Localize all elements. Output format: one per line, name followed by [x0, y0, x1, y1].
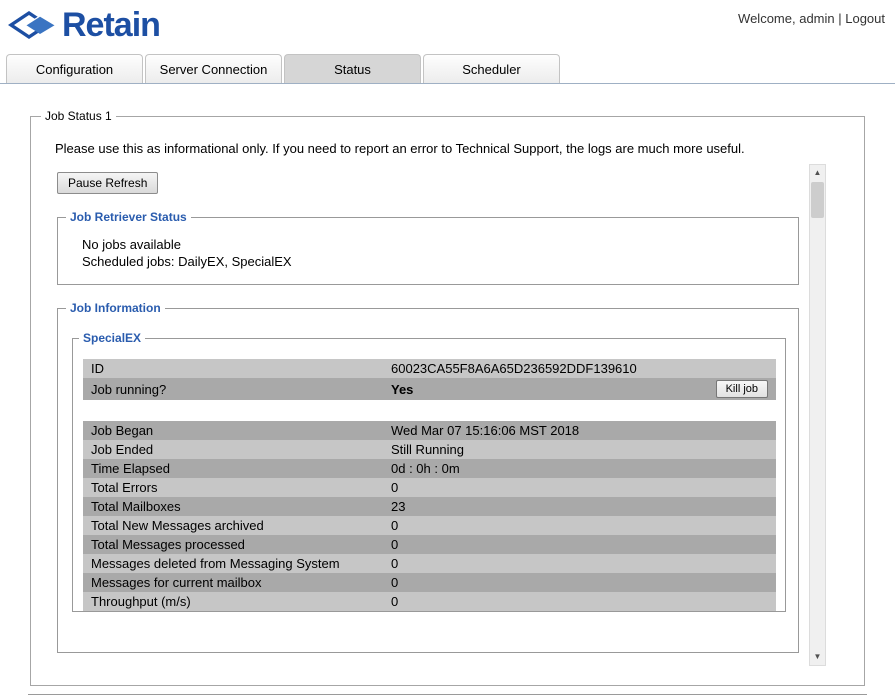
- scroll-down-button[interactable]: ▼: [810, 649, 825, 665]
- row-action-cell: [698, 440, 776, 459]
- row-action-cell: [698, 478, 776, 497]
- row-label: Total Mailboxes: [83, 497, 383, 516]
- app-logo-text: Retain: [62, 5, 160, 45]
- row-action-cell: [698, 421, 776, 440]
- row-action-cell: [698, 592, 776, 611]
- job-table-spacer-row: [83, 400, 776, 421]
- retain-logo-icon: [8, 8, 58, 42]
- page-bottom-divider: [28, 694, 867, 695]
- row-label: Time Elapsed: [83, 459, 383, 478]
- row-value: Yes: [383, 378, 698, 400]
- row-action-cell: [698, 554, 776, 573]
- tab-scheduler[interactable]: Scheduler: [423, 54, 560, 83]
- row-label: Messages for current mailbox: [83, 573, 383, 592]
- job-table-row: Throughput (m/s)0: [83, 592, 776, 611]
- job-retriever-legend: Job Retriever Status: [66, 210, 191, 224]
- scrollbar-thumb[interactable]: [811, 182, 824, 218]
- scroll-up-button[interactable]: ▲: [810, 165, 825, 181]
- row-action-cell: [698, 459, 776, 478]
- row-value: 60023CA55F8A6A65D236592DDF139610: [383, 359, 698, 378]
- job-table-row: Job BeganWed Mar 07 15:16:06 MST 2018: [83, 421, 776, 440]
- row-value: 0: [383, 478, 698, 497]
- job-table-row: ID60023CA55F8A6A65D236592DDF139610: [83, 359, 776, 378]
- row-value: 0: [383, 573, 698, 592]
- job-table-row: Messages for current mailbox0: [83, 573, 776, 592]
- job-status-legend: Job Status 1: [41, 109, 116, 123]
- main-area: Job Status 1 Please use this as informat…: [0, 84, 895, 695]
- scroll-content: Pause Refresh Job Retriever Status No jo…: [55, 164, 809, 666]
- job-information-legend: Job Information: [66, 301, 165, 315]
- job-table-row: Total Errors0: [83, 478, 776, 497]
- row-label: ID: [83, 359, 383, 378]
- row-value: 0: [383, 554, 698, 573]
- job-specialex-fieldset: SpecialEX ID60023CA55F8A6A65D236592DDF13…: [72, 331, 786, 612]
- job-table-row: Messages deleted from Messaging System0: [83, 554, 776, 573]
- job-information-fieldset: Job Information SpecialEX ID60023CA55F8A…: [57, 301, 799, 653]
- logout-link[interactable]: Logout: [845, 11, 885, 26]
- job-table-row: Job EndedStill Running: [83, 440, 776, 459]
- row-action-cell: [698, 497, 776, 516]
- retriever-status-line: No jobs available: [82, 236, 790, 253]
- job-retriever-fieldset: Job Retriever Status No jobs available S…: [57, 210, 799, 285]
- scrollbar-track[interactable]: [810, 218, 825, 649]
- row-action-cell: Kill job: [698, 378, 776, 400]
- tab-bar: ConfigurationServer ConnectionStatusSche…: [0, 54, 895, 84]
- row-label: Messages deleted from Messaging System: [83, 554, 383, 573]
- row-label: Job running?: [83, 378, 383, 400]
- row-label: Total Errors: [83, 478, 383, 497]
- row-value: Still Running: [383, 440, 698, 459]
- vertical-scrollbar[interactable]: ▲ ▼: [809, 164, 826, 666]
- job-specialex-legend: SpecialEX: [79, 331, 145, 345]
- row-action-cell: [698, 573, 776, 592]
- info-text: Please use this as informational only. I…: [55, 141, 854, 156]
- row-label: Throughput (m/s): [83, 592, 383, 611]
- row-value: 0d : 0h : 0m: [383, 459, 698, 478]
- welcome-user-label: Welcome, admin: [738, 11, 835, 26]
- tab-server-connection[interactable]: Server Connection: [145, 54, 282, 83]
- tab-configuration[interactable]: Configuration: [6, 54, 143, 83]
- row-value: Wed Mar 07 15:16:06 MST 2018: [383, 421, 698, 440]
- row-value: 0: [383, 516, 698, 535]
- job-table-row: Total New Messages archived0: [83, 516, 776, 535]
- row-action-cell: [698, 535, 776, 554]
- row-label: Total Messages processed: [83, 535, 383, 554]
- row-value: 0: [383, 535, 698, 554]
- job-table-row: Time Elapsed0d : 0h : 0m: [83, 459, 776, 478]
- row-action-cell: [698, 359, 776, 378]
- row-label: Total New Messages archived: [83, 516, 383, 535]
- tab-status[interactable]: Status: [284, 54, 421, 83]
- scroll-region: Pause Refresh Job Retriever Status No jo…: [55, 164, 826, 666]
- job-status-table: ID60023CA55F8A6A65D236592DDF139610Job ru…: [83, 359, 776, 611]
- row-label: Job Ended: [83, 440, 383, 459]
- kill-job-button[interactable]: Kill job: [716, 380, 768, 398]
- retriever-scheduled-line: Scheduled jobs: DailyEX, SpecialEX: [82, 253, 790, 270]
- job-status-fieldset: Job Status 1 Please use this as informat…: [30, 109, 865, 686]
- welcome-separator: |: [835, 11, 846, 26]
- row-value: 23: [383, 497, 698, 516]
- job-retriever-body: No jobs available Scheduled jobs: DailyE…: [66, 228, 790, 274]
- row-value: 0: [383, 592, 698, 611]
- app-logo: Retain: [8, 5, 160, 45]
- app-header: Retain Welcome, admin | Logout: [0, 0, 895, 54]
- row-action-cell: [698, 516, 776, 535]
- welcome-text: Welcome, admin | Logout: [738, 5, 885, 26]
- job-table-row: Job running?Yes Kill job: [83, 378, 776, 400]
- job-table-row: Total Mailboxes23: [83, 497, 776, 516]
- job-table-row: Total Messages processed0: [83, 535, 776, 554]
- row-label: Job Began: [83, 421, 383, 440]
- spacer-cell: [83, 400, 776, 421]
- pause-refresh-button[interactable]: Pause Refresh: [57, 172, 158, 194]
